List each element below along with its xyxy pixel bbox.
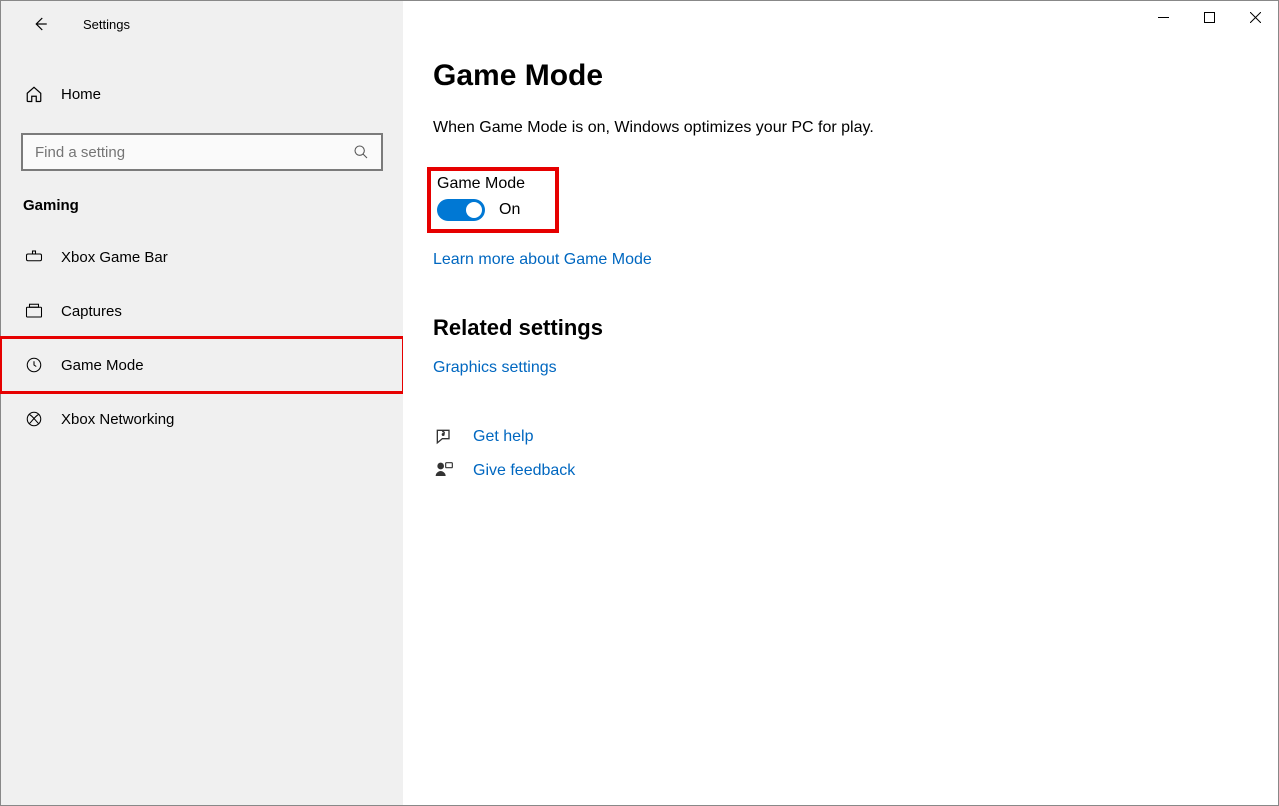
- toggle-label: Game Mode: [437, 175, 525, 193]
- game-mode-toggle-section: Game Mode On: [427, 167, 559, 233]
- sidebar-item-label: Game Mode: [61, 357, 144, 374]
- maximize-button[interactable]: [1186, 1, 1232, 33]
- sidebar-section-title: Gaming: [1, 171, 403, 230]
- sidebar-item-home[interactable]: Home: [1, 69, 403, 119]
- maximize-icon: [1204, 12, 1215, 23]
- give-feedback-link[interactable]: Give feedback: [473, 462, 575, 480]
- get-help-link[interactable]: Get help: [473, 428, 533, 446]
- learn-more-link[interactable]: Learn more about Game Mode: [433, 251, 652, 269]
- close-button[interactable]: [1232, 1, 1278, 33]
- close-icon: [1250, 12, 1261, 23]
- sidebar-item-label: Xbox Game Bar: [61, 249, 168, 266]
- related-settings-heading: Related settings: [433, 315, 1278, 341]
- toggle-knob: [466, 202, 482, 218]
- sidebar-item-label: Xbox Networking: [61, 411, 174, 428]
- help-icon: [433, 427, 455, 447]
- minimize-icon: [1158, 12, 1169, 23]
- sidebar-item-label: Captures: [61, 303, 122, 320]
- sidebar: Settings Home Gaming Xbox Game Bar: [1, 1, 403, 805]
- search-input-wrapper[interactable]: [21, 133, 383, 171]
- feedback-icon: [433, 461, 455, 481]
- captures-icon: [23, 302, 45, 320]
- minimize-button[interactable]: [1140, 1, 1186, 33]
- home-icon: [23, 85, 45, 103]
- sidebar-item-xbox-game-bar[interactable]: Xbox Game Bar: [1, 230, 403, 284]
- home-label: Home: [61, 86, 101, 103]
- graphics-settings-link[interactable]: Graphics settings: [433, 359, 557, 377]
- game-bar-icon: [23, 248, 45, 266]
- search-input[interactable]: [35, 144, 351, 161]
- sidebar-item-xbox-networking[interactable]: Xbox Networking: [1, 392, 403, 446]
- page-title: Game Mode: [433, 59, 1278, 93]
- game-mode-icon: [23, 356, 45, 374]
- xbox-icon: [23, 410, 45, 428]
- game-mode-toggle[interactable]: [437, 199, 485, 221]
- back-button[interactable]: [25, 9, 55, 39]
- sidebar-item-captures[interactable]: Captures: [1, 284, 403, 338]
- page-description: When Game Mode is on, Windows optimizes …: [433, 119, 1278, 137]
- toggle-state: On: [499, 201, 520, 219]
- main-content: Game Mode When Game Mode is on, Windows …: [403, 1, 1278, 805]
- window-title: Settings: [83, 17, 130, 32]
- sidebar-item-game-mode[interactable]: Game Mode: [1, 338, 403, 392]
- search-icon: [351, 144, 371, 160]
- arrow-left-icon: [31, 15, 49, 33]
